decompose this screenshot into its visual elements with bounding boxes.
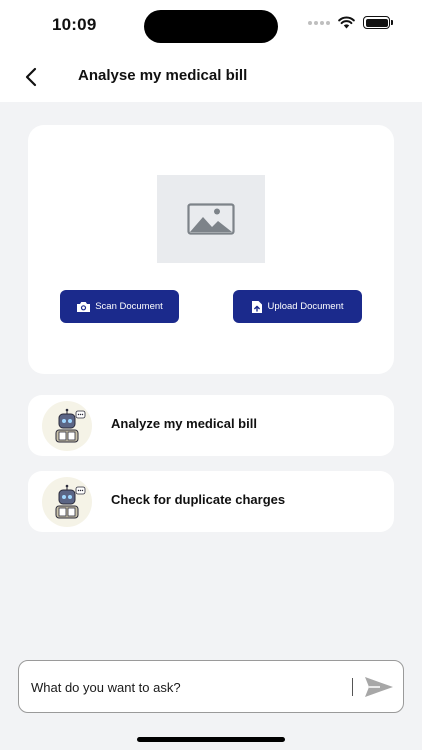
- chat-input[interactable]: [31, 671, 341, 703]
- home-indicator: [137, 737, 285, 742]
- image-preview[interactable]: [157, 175, 265, 263]
- scan-document-button[interactable]: Scan Document: [60, 290, 179, 323]
- camera-icon: [77, 301, 91, 312]
- dynamic-island: [144, 10, 278, 43]
- chat-bar: [18, 660, 404, 713]
- send-button[interactable]: [364, 674, 394, 700]
- page-title: Analyse my medical bill: [78, 67, 248, 84]
- signal-icon: [308, 20, 330, 25]
- suggestion-label: Analyze my medical bill: [111, 416, 257, 431]
- robot-avatar-icon: [42, 477, 92, 527]
- battery-icon: [363, 16, 393, 29]
- suggestion-label: Check for duplicate charges: [111, 492, 286, 507]
- file-upload-icon: [252, 300, 263, 313]
- chevron-left-icon: [25, 67, 37, 87]
- send-icon: [365, 677, 393, 697]
- status-bar: 10:09: [0, 0, 422, 50]
- upload-document-button[interactable]: Upload Document: [233, 290, 362, 323]
- screen: 10:09 Analyse my medical bill Scan Docum…: [0, 0, 422, 750]
- upload-card: Scan Document Upload Document: [28, 125, 394, 374]
- scan-document-label: Scan Document: [95, 301, 163, 312]
- robot-avatar-icon: [42, 401, 92, 451]
- input-divider: [352, 678, 353, 696]
- upload-document-label: Upload Document: [267, 301, 344, 312]
- suggestion-duplicate-charges[interactable]: Check for duplicate charges: [28, 471, 394, 532]
- wifi-icon: [338, 16, 355, 29]
- status-icons: [308, 16, 393, 29]
- header: Analyse my medical bill: [0, 50, 422, 102]
- back-button[interactable]: [16, 62, 46, 92]
- suggestion-analyze-bill[interactable]: Analyze my medical bill: [28, 395, 394, 456]
- status-time: 10:09: [52, 15, 97, 34]
- image-placeholder-icon: [187, 203, 235, 235]
